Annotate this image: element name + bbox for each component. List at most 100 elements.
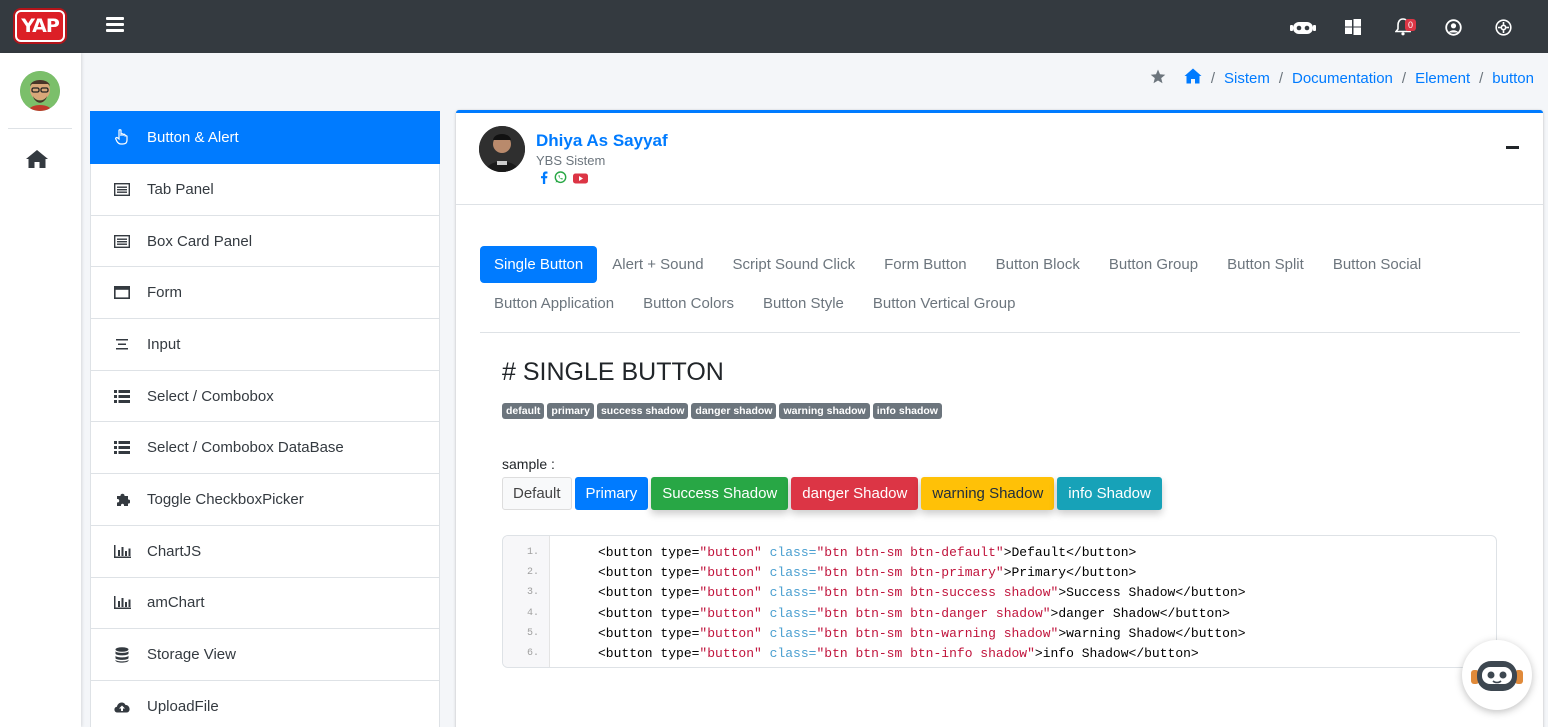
tab-button-block[interactable]: Button Block <box>982 246 1094 283</box>
home-icon[interactable] <box>25 149 49 169</box>
line-number: 6. <box>526 647 539 659</box>
default-button[interactable]: Default <box>502 477 572 510</box>
facebook-icon[interactable] <box>540 171 548 189</box>
breadcrumb-documentation[interactable]: Documentation <box>1292 70 1393 87</box>
user-circle-icon[interactable] <box>1428 14 1478 40</box>
menu-item-label: ChartJS <box>147 542 202 560</box>
danger-shadow-button[interactable]: danger Shadow <box>791 477 919 510</box>
database-icon <box>113 646 131 663</box>
breadcrumb-element[interactable]: Element <box>1415 70 1470 87</box>
tab-button-group[interactable]: Button Group <box>1095 246 1212 283</box>
user-name[interactable]: Dhiya As Sayyaf <box>536 131 668 151</box>
warning-shadow-button[interactable]: warning Shadow <box>921 477 1055 510</box>
chatbot-robot-icon[interactable] <box>1462 640 1532 710</box>
tab-button-split[interactable]: Button Split <box>1213 246 1318 283</box>
tab-button-style[interactable]: Button Style <box>749 285 858 322</box>
content-card: Dhiya As Sayyaf YBS Sistem Single Button… <box>456 110 1543 727</box>
breadcrumb-home-icon[interactable] <box>1184 68 1202 88</box>
breadcrumb-separator: / <box>1401 69 1407 87</box>
breadcrumb-separator: / <box>1278 69 1283 87</box>
menu-item-button-alert[interactable]: Button & Alert <box>90 111 440 164</box>
tab-alert-sound[interactable]: Alert + Sound <box>598 246 717 283</box>
sample-label: sample : <box>502 456 555 472</box>
align-center-icon <box>113 336 131 352</box>
line-number: 5. <box>526 627 539 639</box>
tab-form-button[interactable]: Form Button <box>870 246 981 283</box>
primary-button[interactable]: Primary <box>574 477 649 510</box>
menu-item-uploadfile[interactable]: UploadFile <box>90 680 440 727</box>
menu-item-toggle-checkboxpicker[interactable]: Toggle CheckboxPicker <box>90 474 440 526</box>
sample-buttons: Default Primary Success Shadow danger Sh… <box>502 477 1162 510</box>
menu-toggle-icon[interactable] <box>106 17 124 35</box>
menu-item-box-card-panel[interactable]: Box Card Panel <box>90 215 440 268</box>
code-line: <button type="button" class="btn btn-sm … <box>598 645 1199 661</box>
settings-gear-icon[interactable] <box>1478 14 1528 40</box>
menu-item-label: Select / Combobox DataBase <box>147 439 344 457</box>
tab-button-colors[interactable]: Button Colors <box>629 285 748 322</box>
code-line: <button type="button" class="btn btn-sm … <box>598 605 1230 621</box>
avatar[interactable] <box>20 71 60 111</box>
line-number: 3. <box>526 587 539 599</box>
badge-primary: primary <box>547 403 594 419</box>
card-header: Dhiya As Sayyaf YBS Sistem <box>456 113 1543 205</box>
menu-item-form[interactable]: Form <box>90 267 440 320</box>
section-title: # SINGLE BUTTON <box>502 358 724 386</box>
app-logo[interactable]: YAP <box>15 10 65 42</box>
menu-item-label: Select / Combobox <box>147 387 274 405</box>
tab-script-sound-click[interactable]: Script Sound Click <box>719 246 870 283</box>
bar-chart-icon <box>113 543 131 559</box>
windows-icon[interactable] <box>1328 14 1378 40</box>
mini-sidebar <box>0 53 81 727</box>
badge-default: default <box>502 403 545 419</box>
success-shadow-button[interactable]: Success Shadow <box>651 477 789 510</box>
cloud-upload-icon <box>113 698 131 714</box>
tab-button-social[interactable]: Button Social <box>1319 246 1435 283</box>
menu-item-input[interactable]: Input <box>90 319 440 371</box>
breadcrumb-button[interactable]: button <box>1492 70 1534 87</box>
menu-item-label: UploadFile <box>147 697 219 715</box>
badge-warning-shadow: warning shadow <box>779 403 870 419</box>
code-line: <button type="button" class="btn btn-sm … <box>598 625 1246 641</box>
badge-list: default primary success shadow danger sh… <box>502 403 942 419</box>
line-numbers: 1. 2. 3. 4. 5. 6. <box>503 536 550 667</box>
badge-success-shadow: success shadow <box>596 403 689 419</box>
assistant-icon[interactable] <box>1278 14 1328 40</box>
menu-item-chartjs[interactable]: ChartJS <box>90 525 440 578</box>
code-line: <button type="button" class="btn btn-sm … <box>598 545 1137 560</box>
code-line: <button type="button" class="btn btn-sm … <box>598 565 1137 581</box>
list-alt-icon <box>113 233 131 249</box>
menu-item-select-combobox[interactable]: Select / Combobox <box>90 370 440 423</box>
window-icon <box>113 285 131 301</box>
tab-button-vertical-group[interactable]: Button Vertical Group <box>859 285 1030 322</box>
line-number: 4. <box>526 607 539 619</box>
star-icon[interactable] <box>1150 69 1166 88</box>
menu-item-select-combobox-database[interactable]: Select / Combobox DataBase <box>90 422 440 475</box>
menu-item-storage-view[interactable]: Storage View <box>90 629 440 681</box>
breadcrumb-sistem[interactable]: Sistem <box>1224 70 1270 87</box>
menu-item-tab-panel[interactable]: Tab Panel <box>90 164 440 216</box>
menu-item-label: Button & Alert <box>147 128 239 146</box>
collapse-minus-icon[interactable] <box>1506 146 1519 149</box>
breadcrumb: / Sistem / Documentation / Element / but… <box>1150 68 1534 88</box>
list-icon <box>113 388 131 404</box>
breadcrumb-separator: / <box>1210 69 1215 87</box>
list-icon <box>113 440 131 456</box>
menu-item-label: Box Card Panel <box>147 232 253 250</box>
tab-bar: Single Button Alert + Sound Script Sound… <box>480 246 1520 333</box>
top-navbar: YAP 0 <box>0 0 1548 53</box>
whatsapp-icon[interactable] <box>554 171 567 189</box>
code-block: 1. 2. 3. 4. 5. 6. <button type="button" class… <box>502 535 1497 668</box>
pointer-hand-icon <box>113 129 131 145</box>
tab-button-application[interactable]: Button Application <box>480 285 628 322</box>
line-number: 1. <box>526 547 539 558</box>
menu-item-amchart[interactable]: amChart <box>90 577 440 630</box>
youtube-icon[interactable] <box>573 171 588 189</box>
notification-bell-icon[interactable]: 0 <box>1378 14 1428 40</box>
menu-item-label: Input <box>147 335 181 353</box>
menu-item-label: Tab Panel <box>147 180 214 198</box>
tab-single-button[interactable]: Single Button <box>480 246 598 283</box>
list-alt-icon <box>113 181 131 197</box>
code-line: <button type="button" class="btn btn-sm … <box>598 585 1246 601</box>
notification-badge: 0 <box>1405 19 1417 31</box>
info-shadow-button[interactable]: info Shadow <box>1057 477 1162 510</box>
